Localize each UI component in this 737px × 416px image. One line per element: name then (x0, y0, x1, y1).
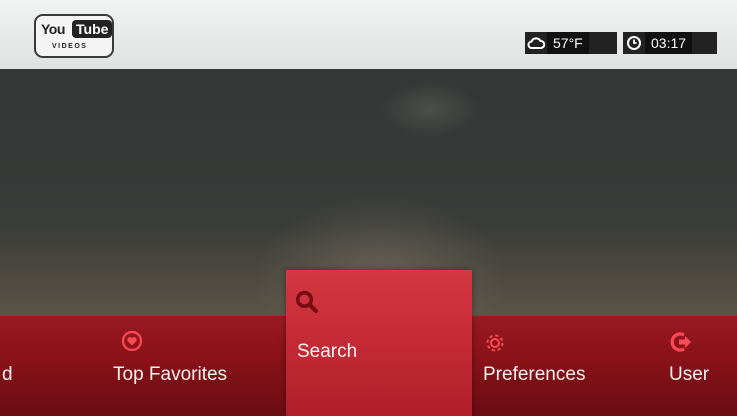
gear-icon (484, 332, 506, 354)
logo-word-tube: Tube (72, 20, 113, 38)
menu-item-preferences[interactable]: Preferences (480, 316, 620, 416)
top-favorites-label: Top Favorites (113, 364, 228, 385)
menu-item-partial[interactable]: d (0, 316, 40, 416)
weather-indicator: 57°F (525, 32, 617, 54)
clock-indicator: 03:17 (623, 32, 717, 54)
sign-in-icon (670, 330, 694, 354)
search-label: Search (297, 341, 358, 362)
menu-item-top-favorites[interactable]: Top Favorites (113, 316, 273, 416)
logo-word-videos: VIDEOS (52, 43, 88, 50)
menu-item-partial-label: d (2, 364, 13, 385)
temperature-value: 57°F (547, 32, 589, 54)
user-label: User (669, 364, 710, 385)
cloud-icon (525, 32, 547, 54)
logo-word-you: You (41, 21, 65, 37)
clock-icon (623, 32, 645, 54)
top-header-bar: You Tube VIDEOS 57°F 03:17 (0, 0, 737, 69)
heart-icon (121, 330, 143, 352)
time-value: 03:17 (645, 32, 693, 54)
menu-item-search[interactable]: Search (286, 270, 472, 416)
search-icon (294, 289, 320, 315)
menu-item-user[interactable]: User (665, 316, 737, 416)
preferences-label: Preferences (483, 364, 586, 385)
youtube-videos-logo: You Tube VIDEOS (34, 14, 114, 58)
